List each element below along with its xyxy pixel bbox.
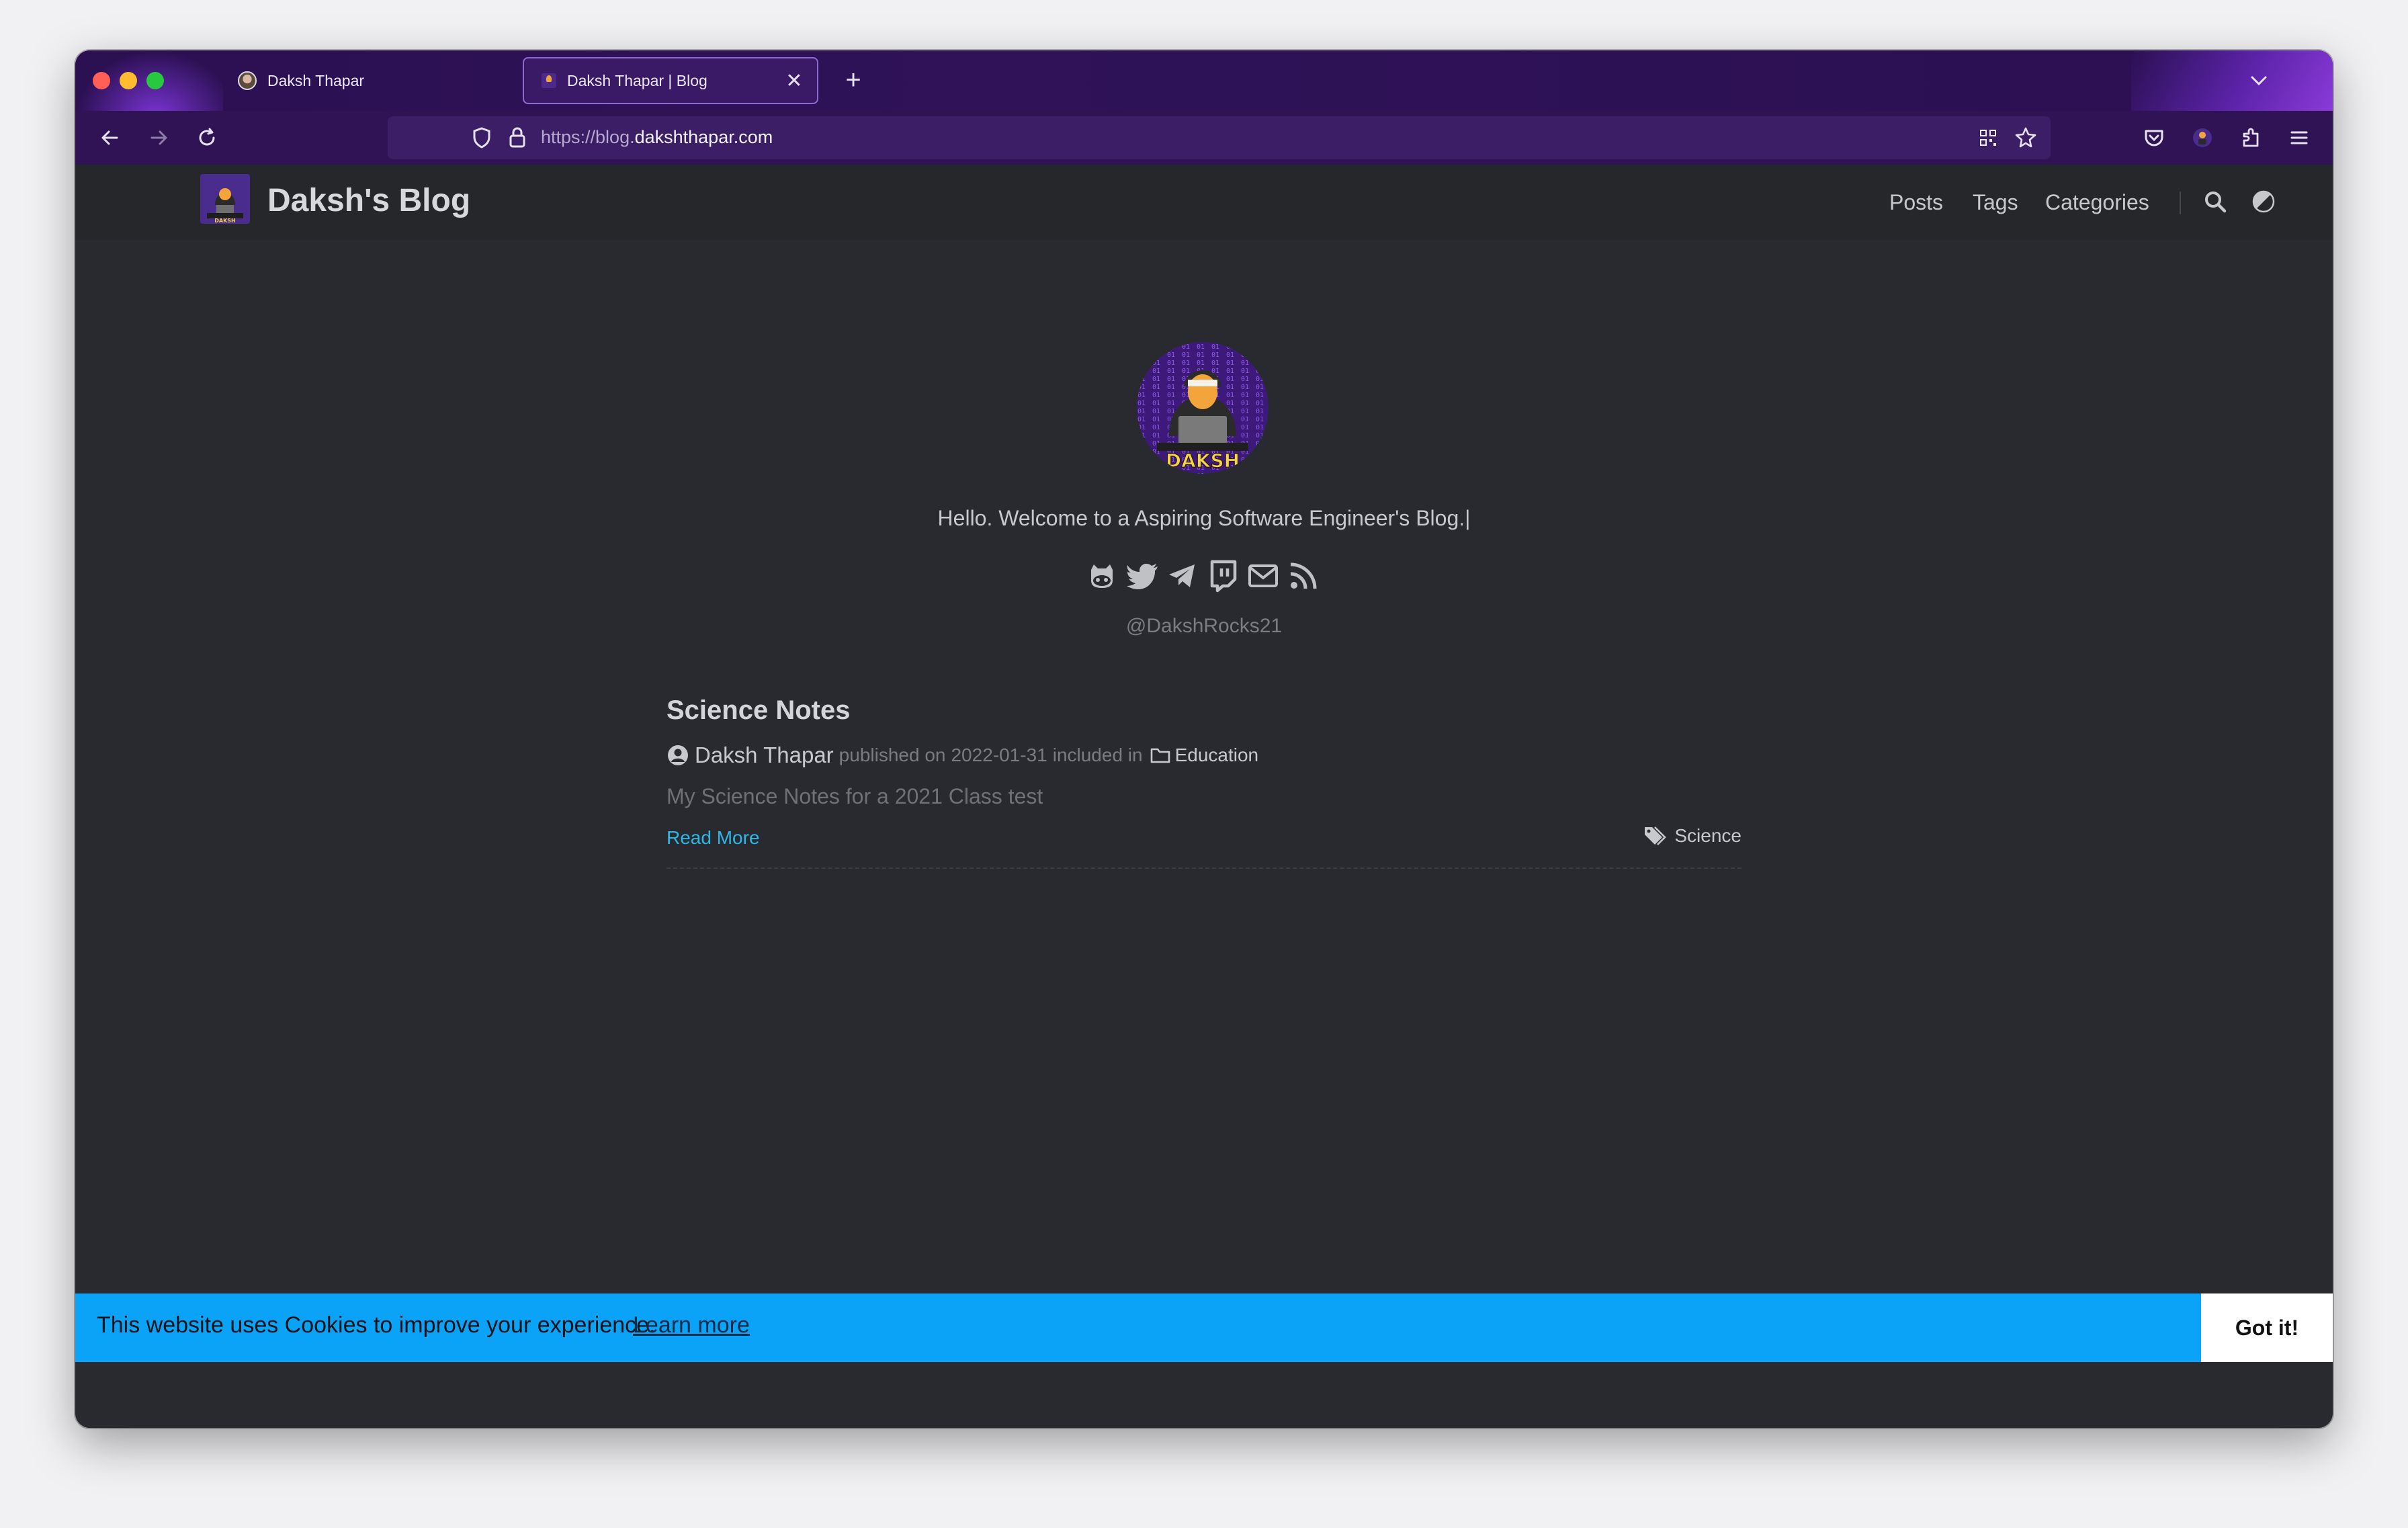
site-header: DAKSH Daksh's Blog Posts Tags Categories: [75, 165, 2333, 240]
published-label: published on: [838, 745, 946, 765]
email-icon: [1248, 564, 1278, 587]
svg-text:DAKSH: DAKSH: [214, 218, 236, 224]
maximize-window-button[interactable]: [146, 72, 164, 89]
extensions-icon[interactable]: [2237, 124, 2264, 151]
lock-icon[interactable]: [506, 126, 529, 150]
twitter-link[interactable]: [1125, 557, 1160, 595]
folder-icon: [1150, 748, 1170, 763]
social-links: [1084, 557, 1321, 597]
post-author[interactable]: Daksh Thapar: [695, 742, 834, 768]
qr-code-icon[interactable]: [1977, 127, 1999, 148]
reload-icon[interactable]: [194, 124, 220, 151]
hacker-avatar-image: 01 DAKSH: [1137, 342, 1268, 474]
twitch-link[interactable]: [1205, 557, 1240, 595]
svg-text:DAKSH: DAKSH: [1166, 450, 1240, 472]
navigation-toolbar: https://blog.dakshthapar.com: [75, 111, 2333, 165]
profile-avatar: 01 DAKSH: [1137, 342, 1268, 474]
cookie-learn-more-link[interactable]: Learn more: [633, 1312, 750, 1339]
read-more-link[interactable]: Read More: [666, 827, 760, 849]
post-meta: Daksh Thapar published on 2022-01-31 inc…: [666, 742, 1258, 768]
post-summary-card: Science Notes Daksh Thapar published on …: [666, 695, 1742, 998]
site-logo[interactable]: DAKSH: [200, 174, 250, 224]
theme-toggle-icon[interactable]: [2251, 189, 2276, 214]
chevron-down-icon[interactable]: [2245, 67, 2272, 94]
nav-posts[interactable]: Posts: [1889, 190, 1943, 215]
nav-tags[interactable]: Tags: [1973, 190, 2018, 215]
post-date: 2022-01-31: [951, 745, 1047, 765]
hamburger-menu-icon[interactable]: [2286, 124, 2313, 151]
rss-icon: [1290, 562, 1317, 589]
url-text[interactable]: https://blog.dakshthapar.com: [541, 127, 773, 148]
tab-favicon: [542, 73, 556, 88]
twitch-icon: [1210, 560, 1237, 593]
web-page: DAKSH Daksh's Blog Posts Tags Categories: [75, 165, 2333, 1428]
telegram-link[interactable]: [1165, 557, 1200, 595]
pocket-icon[interactable]: [2141, 124, 2167, 151]
email-link[interactable]: [1246, 557, 1281, 595]
site-title[interactable]: Daksh's Blog: [267, 182, 470, 219]
cookie-accept-button[interactable]: Got it!: [2201, 1293, 2333, 1362]
cookie-message: This website uses Cookies to improve you…: [97, 1312, 656, 1338]
telegram-icon: [1169, 564, 1195, 587]
menu-divider: [2180, 192, 2181, 214]
included-in-label: included in: [1052, 745, 1143, 765]
post-title[interactable]: Science Notes: [666, 695, 850, 726]
post-divider: [666, 867, 1742, 869]
forward-arrow-icon[interactable]: [145, 124, 172, 151]
twitter-icon: [1127, 564, 1158, 589]
user-circle-icon: [668, 745, 688, 765]
account-avatar-icon[interactable]: [2189, 124, 2216, 151]
github-link[interactable]: [1084, 557, 1119, 595]
hacker-logo-icon: DAKSH: [200, 174, 250, 224]
post-tags: Science: [1643, 824, 1742, 847]
close-window-button[interactable]: [93, 72, 110, 89]
bookmark-star-icon[interactable]: [2014, 126, 2038, 150]
shield-icon[interactable]: [470, 126, 494, 150]
cookie-consent-bar: This website uses Cookies to improve you…: [75, 1293, 2333, 1362]
github-icon: [1091, 564, 1113, 588]
browser-window: Daksh Thapar ✕ Daksh Thapar | Blog ✕ +: [75, 50, 2333, 1428]
post-category[interactable]: Education: [1175, 745, 1259, 766]
post-excerpt: My Science Notes for a 2021 Class test: [666, 784, 1043, 808]
tab-favicon: [238, 71, 257, 90]
tab-strip: Daksh Thapar ✕ Daksh Thapar | Blog ✕ +: [75, 50, 2333, 111]
tab-blog[interactable]: Daksh Thapar | Blog ✕: [523, 57, 818, 104]
tab-title: Daksh Thapar | Blog: [567, 71, 707, 89]
close-tab-icon[interactable]: ✕: [781, 69, 808, 93]
nav-categories[interactable]: Categories: [2045, 190, 2149, 215]
minimize-window-button[interactable]: [120, 72, 137, 89]
back-arrow-icon[interactable]: [97, 124, 124, 151]
tags-icon: [1645, 826, 1667, 845]
search-icon[interactable]: [2202, 189, 2228, 214]
home-subtitle: Hello. Welcome to a Aspiring Software En…: [937, 506, 1471, 530]
post-tag[interactable]: Science: [1674, 825, 1742, 847]
social-handle: @DakshRocks21: [1125, 615, 1283, 637]
new-tab-button[interactable]: +: [834, 61, 872, 99]
address-bar[interactable]: https://blog.dakshthapar.com: [388, 116, 2051, 159]
rss-link[interactable]: [1286, 557, 1321, 595]
